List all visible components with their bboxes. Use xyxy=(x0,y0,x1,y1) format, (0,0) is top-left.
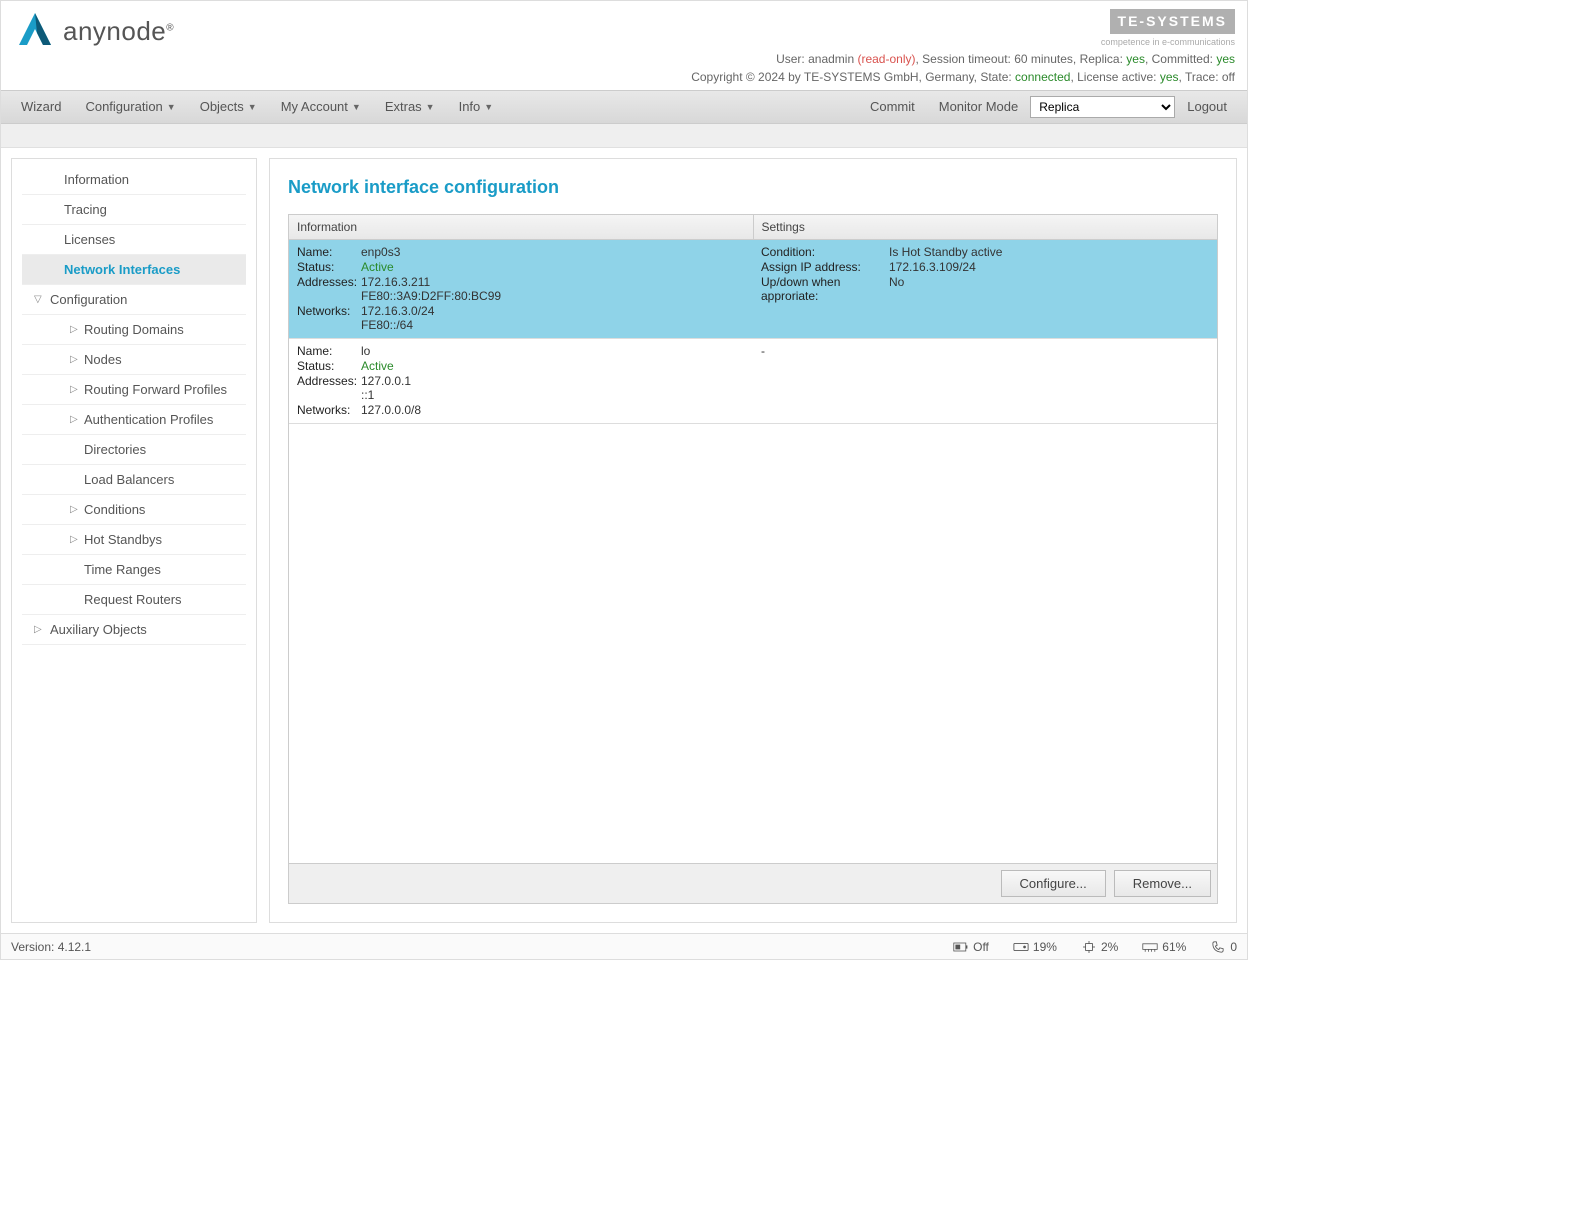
header: anynode® TE-SYSTEMS competence in e-comm… xyxy=(1,1,1247,90)
chevron-right-icon: ▷ xyxy=(70,504,78,515)
memory-icon xyxy=(1142,941,1158,953)
nav-myaccount[interactable]: My Account▼ xyxy=(269,91,373,122)
nav-configuration[interactable]: Configuration▼ xyxy=(73,91,187,122)
sidebar-item-nodes[interactable]: ▷Nodes xyxy=(22,345,246,375)
nav-objects[interactable]: Objects▼ xyxy=(188,91,269,122)
chevron-down-icon: ▼ xyxy=(248,102,257,112)
configure-button[interactable]: Configure... xyxy=(1001,870,1106,897)
main-panel: Network interface configuration Informat… xyxy=(269,158,1237,924)
chevron-right-icon: ▷ xyxy=(70,324,78,335)
phone-icon xyxy=(1210,941,1226,953)
cell-information: Name:enp0s3 Status:Active Addresses:172.… xyxy=(289,240,753,338)
nav-logout[interactable]: Logout xyxy=(1175,91,1239,122)
cpu-icon xyxy=(1081,941,1097,953)
sidebar: Information Tracing Licenses Network Int… xyxy=(11,158,257,924)
page-title: Network interface configuration xyxy=(288,177,1218,198)
interface-table: Information Settings Name:enp0s3 Status:… xyxy=(288,214,1218,905)
sidebar-item-load-balancers[interactable]: Load Balancers xyxy=(22,465,246,495)
sidebar-item-conditions[interactable]: ▷Conditions xyxy=(22,495,246,525)
chevron-right-icon: ▷ xyxy=(34,624,42,635)
sidebar-item-tracing[interactable]: Tracing xyxy=(22,195,246,225)
battery-icon xyxy=(953,941,969,953)
chevron-down-icon: ▼ xyxy=(484,102,493,112)
sidebar-item-configuration[interactable]: ▽Configuration xyxy=(22,285,246,315)
header-right: TE-SYSTEMS competence in e-communication… xyxy=(691,9,1235,86)
logo-icon xyxy=(13,9,57,53)
nav-commit[interactable]: Commit xyxy=(858,91,927,122)
nav-monitor[interactable]: Monitor Mode xyxy=(927,91,1030,122)
sidebar-item-routing-forward[interactable]: ▷Routing Forward Profiles xyxy=(22,375,246,405)
table-row[interactable]: Name:lo Status:Active Addresses:127.0.0.… xyxy=(289,339,1217,424)
replica-select[interactable]: Replica xyxy=(1030,96,1175,118)
chevron-right-icon: ▷ xyxy=(70,534,78,545)
sidebar-item-auxiliary[interactable]: ▷Auxiliary Objects xyxy=(22,615,246,645)
remove-button[interactable]: Remove... xyxy=(1114,870,1211,897)
navbar: Wizard Configuration▼ Objects▼ My Accoun… xyxy=(1,90,1247,124)
footer-cpu[interactable]: 2% xyxy=(1081,940,1118,954)
nav-extras[interactable]: Extras▼ xyxy=(373,91,447,122)
nav-info[interactable]: Info▼ xyxy=(447,91,506,122)
chevron-right-icon: ▷ xyxy=(70,354,78,365)
brand-text: anynode® xyxy=(63,16,174,47)
sub-strip xyxy=(1,124,1247,148)
chevron-down-icon: ▼ xyxy=(352,102,361,112)
sidebar-item-time-ranges[interactable]: Time Ranges xyxy=(22,555,246,585)
footer-trace[interactable]: Off xyxy=(953,940,989,954)
chevron-right-icon: ▷ xyxy=(70,384,78,395)
table-footer: Configure... Remove... xyxy=(289,863,1217,903)
status-line-2: Copyright © 2024 by TE-SYSTEMS GmbH, Ger… xyxy=(691,68,1235,86)
logo-area: anynode® xyxy=(13,9,174,53)
nav-wizard[interactable]: Wizard xyxy=(9,91,73,122)
footer-calls[interactable]: 0 xyxy=(1210,940,1237,954)
table-body: Name:enp0s3 Status:Active Addresses:172.… xyxy=(289,240,1217,864)
version-label: Version: xyxy=(11,940,54,954)
vendor-logo: TE-SYSTEMS xyxy=(1110,9,1235,34)
sidebar-item-network-interfaces[interactable]: Network Interfaces xyxy=(22,255,246,285)
footer: Version: 4.12.1 Off 19% 2% 61% 0 xyxy=(1,933,1247,959)
cell-information: Name:lo Status:Active Addresses:127.0.0.… xyxy=(289,339,753,423)
cell-settings: Condition:Is Hot Standby active Assign I… xyxy=(753,240,1217,338)
footer-mem[interactable]: 61% xyxy=(1142,940,1186,954)
col-information[interactable]: Information xyxy=(289,215,754,239)
col-settings[interactable]: Settings xyxy=(754,215,1218,239)
chevron-right-icon: ▷ xyxy=(70,414,78,425)
sidebar-item-licenses[interactable]: Licenses xyxy=(22,225,246,255)
status-line-1: User: anadmin (read-only), Session timeo… xyxy=(691,50,1235,68)
cell-settings: - xyxy=(753,339,1217,423)
table-row[interactable]: Name:enp0s3 Status:Active Addresses:172.… xyxy=(289,240,1217,339)
sidebar-item-auth-profiles[interactable]: ▷Authentication Profiles xyxy=(22,405,246,435)
sidebar-item-request-routers[interactable]: Request Routers xyxy=(22,585,246,615)
sidebar-item-routing-domains[interactable]: ▷Routing Domains xyxy=(22,315,246,345)
footer-disk[interactable]: 19% xyxy=(1013,940,1057,954)
sidebar-item-directories[interactable]: Directories xyxy=(22,435,246,465)
sidebar-item-hot-standbys[interactable]: ▷Hot Standbys xyxy=(22,525,246,555)
version-value: 4.12.1 xyxy=(58,940,91,954)
disk-icon xyxy=(1013,941,1029,953)
chevron-down-icon: ▼ xyxy=(167,102,176,112)
chevron-down-icon: ▽ xyxy=(34,294,42,305)
table-header: Information Settings xyxy=(289,215,1217,240)
vendor-sub: competence in e-communications xyxy=(691,36,1235,50)
chevron-down-icon: ▼ xyxy=(426,102,435,112)
sidebar-item-information[interactable]: Information xyxy=(22,165,246,195)
